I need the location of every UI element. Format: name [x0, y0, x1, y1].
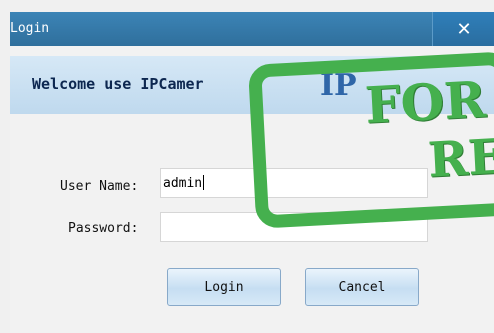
login-dialog: Welcome use IPCamer IP User Name: admin …	[10, 46, 494, 333]
window-title: Login	[10, 21, 50, 36]
username-value: admin	[163, 176, 203, 191]
password-field[interactable]	[160, 212, 428, 242]
text-caret	[203, 175, 205, 190]
banner-logo-text: IP	[320, 68, 357, 103]
cancel-button-label: Cancel	[338, 279, 386, 295]
login-button-label: Login	[204, 279, 244, 295]
username-field[interactable]: admin	[160, 168, 428, 198]
welcome-text: Welcome use IPCamer	[32, 75, 204, 93]
welcome-banner: Welcome use IPCamer IP	[10, 56, 494, 114]
login-button[interactable]: Login	[167, 268, 281, 306]
cancel-button[interactable]: Cancel	[305, 268, 419, 306]
window-titlebar[interactable]: Login ✕	[10, 12, 494, 46]
password-label: Password:	[68, 221, 139, 236]
close-icon: ✕	[456, 18, 472, 40]
close-button[interactable]: ✕	[432, 12, 494, 46]
username-label: User Name:	[60, 179, 139, 194]
